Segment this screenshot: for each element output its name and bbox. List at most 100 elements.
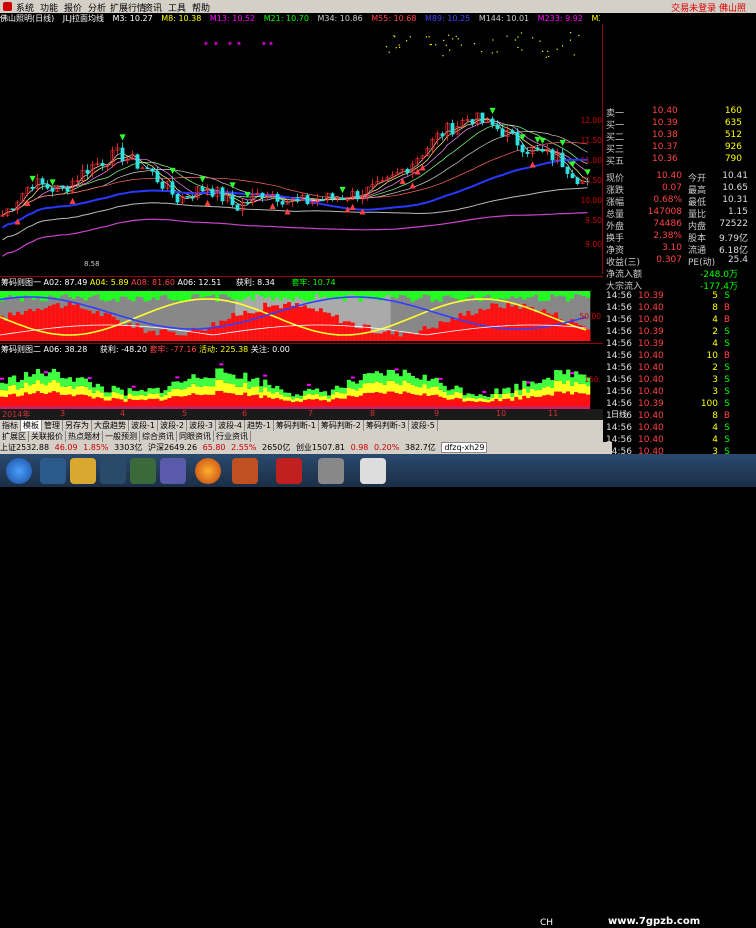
candle-body[interactable] (520, 144, 525, 153)
document-icon[interactable] (360, 458, 386, 484)
input-language[interactable]: CH (540, 918, 553, 928)
dot-marker (449, 49, 451, 51)
candle-body[interactable] (170, 181, 175, 195)
candle-body[interactable] (135, 154, 140, 169)
candle-body[interactable] (535, 147, 540, 150)
candle-body[interactable] (30, 186, 35, 190)
tab-manage[interactable]: 管理 (42, 420, 63, 431)
index-cy[interactable]: 创业1507.81 (296, 443, 345, 452)
candle-body[interactable] (550, 149, 555, 161)
account-field[interactable]: dfzq-xh29 (441, 442, 488, 453)
candle-body[interactable] (275, 193, 280, 202)
indicator-panel-2[interactable]: 筹码则图二 A06: 38.28 获利: -48.20 套牢: -77.16 活… (0, 343, 603, 409)
tab-extension[interactable]: 扩展区 (0, 431, 29, 442)
dot-marker (460, 44, 462, 46)
app-icon[interactable] (318, 458, 344, 484)
tab-wave-3[interactable]: 波段-3 (187, 420, 216, 431)
tab-comprehensive-news[interactable]: 综合资讯 (140, 431, 177, 442)
candle-body[interactable] (260, 192, 265, 199)
candle-body[interactable] (50, 187, 55, 192)
tab-indicator[interactable]: 指标 (0, 420, 21, 431)
candle-body[interactable] (355, 191, 360, 200)
candle-body[interactable] (500, 128, 505, 137)
folder-icon[interactable] (70, 458, 96, 484)
candle-body[interactable] (220, 187, 225, 202)
tab-wave-1[interactable]: 波段-1 (129, 420, 158, 431)
candle-body[interactable] (295, 199, 300, 201)
candle-body[interactable] (100, 162, 105, 166)
candle-body[interactable] (340, 197, 345, 200)
tab-chip-2[interactable]: 筹码判断-2 (319, 420, 364, 431)
indicator-bar (506, 387, 511, 394)
candle-body[interactable] (230, 194, 235, 205)
period-label[interactable]: 日线 (611, 409, 627, 420)
candle-body[interactable] (525, 151, 530, 154)
candlestick-svg[interactable]: ▲▲▼ ▼▲▼▼▼▲▼▼▲▲▼▲▲ ▲▲ ▲▲▲▼▼▲▼▼ ▼▼▼✶ ✶ ✶ ✶ ✶ ✶ (0, 24, 603, 274)
candle-body[interactable] (540, 148, 545, 152)
fox-app-icon[interactable] (232, 458, 258, 484)
candle-body[interactable] (330, 193, 335, 199)
candle-body[interactable] (235, 204, 240, 211)
candle-body[interactable] (185, 196, 190, 198)
tab-forecast[interactable]: 一般预测 (103, 431, 140, 442)
tab-wave-2[interactable]: 波段-2 (158, 420, 187, 431)
date-axis: 2014年 3 4 5 6 7 8 9 10 11 日线 (0, 409, 627, 420)
app-icon[interactable] (130, 458, 156, 484)
ie-icon[interactable] (40, 458, 66, 484)
indicator-panel-1[interactable]: 筹码则图一 A02: 87.49 A04: 5.89 A08: 81.60 A0… (0, 276, 603, 341)
indicator-name[interactable]: JLJ拉面均线 (63, 14, 104, 23)
tab-market-trend[interactable]: 大盘趋势 (92, 420, 129, 431)
candle-body[interactable] (470, 119, 475, 125)
candle-body[interactable] (560, 152, 565, 168)
candle-body[interactable] (175, 193, 180, 203)
candle-body[interactable] (60, 185, 65, 188)
candle-body[interactable] (570, 173, 575, 179)
candle-body[interactable] (10, 208, 15, 211)
candle-body[interactable] (155, 171, 160, 183)
candle-body[interactable] (450, 123, 455, 135)
candle-body[interactable] (85, 169, 90, 174)
tab-related-quote[interactable]: 关联报价 (29, 431, 66, 442)
tab-wave-5[interactable]: 波段-5 (409, 420, 438, 431)
candle-body[interactable] (480, 112, 485, 123)
app-icon[interactable] (160, 458, 186, 484)
firefox-icon[interactable] (195, 458, 221, 484)
index-sh[interactable]: 上证2532.88 (0, 443, 49, 452)
candlestick-chart[interactable]: ▲ ▲ ▼ ▼ ▲ ▼ ▼ ▼ ▲ ▼ ▼ ▲ ▲ ▼ ▲ ▲ ▲ ▲ ▲ ▲ ▲ ▼ ▼ ▲ ▼ ▼ ▼ ▼ ▼ ✶ ✶ ✶ ✶ ✶ ✶ 12.0… (0, 24, 603, 274)
stock-app-icon[interactable] (276, 458, 302, 484)
candle-body[interactable] (280, 201, 285, 205)
candle-body[interactable] (160, 181, 165, 189)
candle-body[interactable] (40, 178, 45, 185)
tab-chip-3[interactable]: 筹码判断-3 (364, 420, 409, 431)
candle-body[interactable] (145, 167, 150, 170)
tab-hot-topics[interactable]: 热点题材 (66, 431, 103, 442)
tab-template[interactable]: 模板 (21, 420, 42, 431)
candle-body[interactable] (65, 186, 70, 192)
tab-chip-1[interactable]: 筹码判断-1 (274, 420, 319, 431)
candle-body[interactable] (305, 195, 310, 205)
candle-body[interactable] (200, 186, 205, 192)
login-status[interactable]: 交易未登录 佛山照 (671, 1, 746, 14)
tab-industry-news[interactable]: 行业资讯 (214, 431, 251, 442)
tab-save-as[interactable]: 另存为 (63, 420, 92, 431)
candle-body[interactable] (510, 130, 515, 133)
candle-body[interactable] (190, 197, 195, 199)
tab-peer-news[interactable]: 同眼资讯 (177, 431, 214, 442)
candle-body[interactable] (210, 188, 215, 197)
candle-body[interactable] (120, 147, 125, 162)
candle-body[interactable] (575, 177, 580, 184)
candle-body[interactable] (405, 168, 410, 173)
candle-body[interactable] (320, 199, 325, 202)
candle-body[interactable] (440, 133, 445, 137)
tab-trend-1[interactable]: 趋势-1 (245, 420, 274, 431)
candle-body[interactable] (490, 118, 495, 126)
tab-wave-4[interactable]: 波段-4 (216, 420, 245, 431)
media-icon[interactable] (100, 458, 126, 484)
indicator-bar (438, 396, 443, 406)
candle-body[interactable] (245, 201, 250, 204)
indicator-bar (23, 372, 29, 383)
candle-body[interactable] (495, 124, 500, 130)
candle-body[interactable] (150, 168, 155, 172)
index-hs[interactable]: 沪深2649.26 (148, 443, 197, 452)
start-button-icon[interactable] (6, 458, 32, 484)
